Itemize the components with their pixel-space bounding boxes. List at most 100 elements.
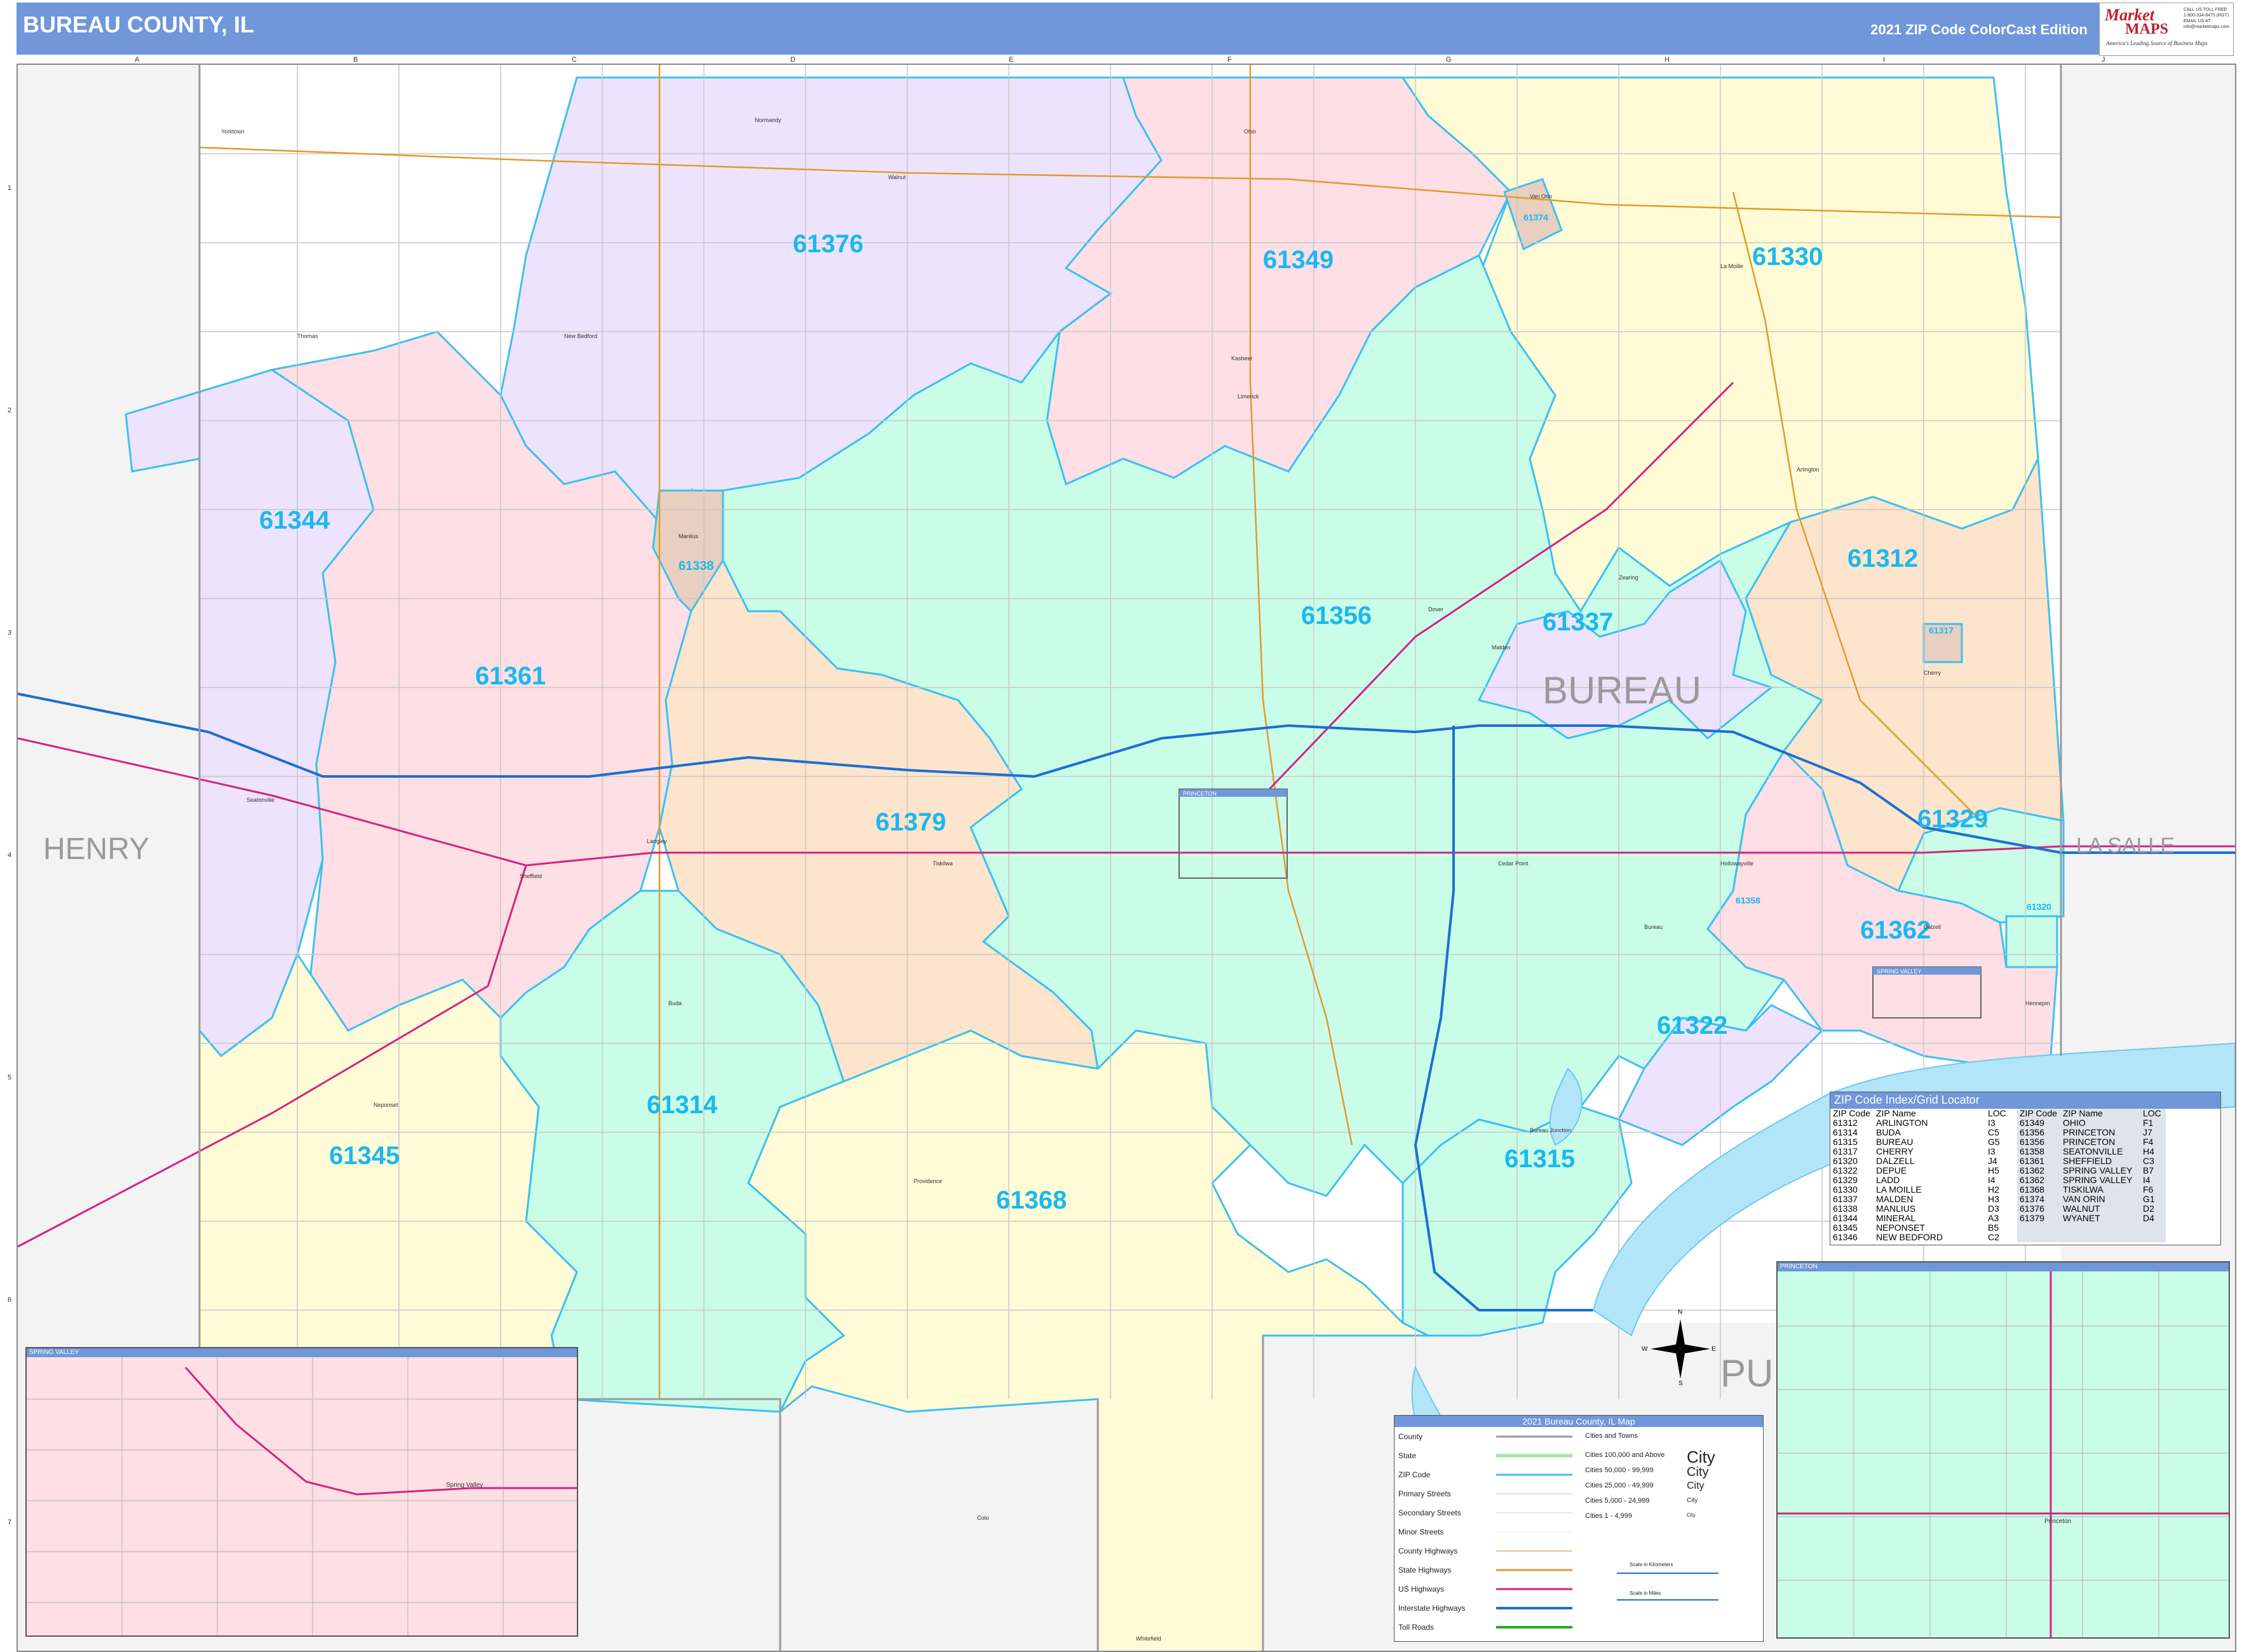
zip-index-cell: 61361 xyxy=(2020,1156,2044,1166)
grid-row: 7 xyxy=(8,1519,12,1526)
zip-index-cell: I4 xyxy=(2143,1175,2151,1185)
zip-index-cell: 61346 xyxy=(1833,1232,1858,1242)
zip-index-header: LOC xyxy=(1988,1108,2006,1118)
zip-index-cell: B5 xyxy=(1988,1222,1999,1233)
zip-index-cell: B7 xyxy=(2143,1165,2154,1175)
zip-index-cell: ARLINGTON xyxy=(1876,1118,1928,1128)
zip-index-cell: LA MOILLE xyxy=(1876,1184,1922,1195)
zip-index-cell: 61322 xyxy=(1833,1165,1858,1175)
zip-label-61322: 61322 xyxy=(1657,1012,1727,1039)
town-label: La Moille xyxy=(1720,263,1743,269)
legend-county-hwy: County Highways xyxy=(1398,1547,1458,1555)
market-maps-logo[interactable]: Market MAPS America's Leading Source of … xyxy=(2099,3,2234,56)
county-label-bureau: BUREAU xyxy=(1543,669,1701,712)
town-label: Limerick xyxy=(1238,393,1259,400)
legend-us-hwy: US Highways xyxy=(1398,1585,1445,1594)
zip-label-61345: 61345 xyxy=(329,1142,400,1170)
zip-index-left-loc: LOC I3 C5 G5 I3 J4 H5 I4 H2 H3 D3 A3 B5 C2 xyxy=(1988,1109,2013,1242)
zip-index-cell: SEATONVILLE xyxy=(2063,1146,2123,1156)
zip-index-cell: LADD xyxy=(1876,1175,1900,1185)
legend-scale-bars xyxy=(1617,1573,1719,1601)
zip-index-cell: PRINCETON xyxy=(2063,1127,2116,1137)
compass-rose: N S E W xyxy=(1642,1309,1716,1387)
legend-state: State xyxy=(1398,1451,1417,1460)
zip-index-right-zip: ZIP Code 61349 61356 61356 61358 61361 61362 61… xyxy=(2020,1109,2063,1242)
legend-city-sample: City xyxy=(1687,1447,1715,1466)
zip-label-61362: 61362 xyxy=(1860,916,1931,944)
town-label: Neponset xyxy=(374,1102,398,1108)
town-label: Thomas xyxy=(297,333,318,339)
zip-index-cell: 61345 xyxy=(1833,1222,1858,1233)
princeton-inset[interactable]: PRINCETON Princeton xyxy=(1776,1261,2230,1639)
town-label: Seatonville xyxy=(246,797,274,803)
zip-index-cell: 61362 xyxy=(2020,1165,2044,1175)
legend-interstate: Interstate Highways xyxy=(1398,1604,1466,1613)
princeton-inset-map: Princeton xyxy=(1778,1271,2229,1637)
spring-valley-inset-label: Spring Valley xyxy=(446,1482,483,1489)
town-label: Ohio xyxy=(1244,128,1256,135)
zip-index-cell: SHEFFIELD xyxy=(2063,1156,2112,1166)
zip-label-61358: 61358 xyxy=(1736,895,1760,905)
town-label: Sheffield xyxy=(520,873,542,879)
zip-index-cell: H3 xyxy=(1988,1194,1999,1204)
zip-index-cell: I4 xyxy=(1988,1175,1996,1185)
legend-county: County xyxy=(1398,1432,1423,1441)
zip-label-61361: 61361 xyxy=(475,662,546,690)
compass-n: N xyxy=(1678,1309,1683,1316)
town-label: Colo xyxy=(977,1515,989,1521)
zip-index-header: ZIP Name xyxy=(1876,1108,1916,1118)
zip-index-cell: 61314 xyxy=(1833,1127,1858,1137)
logo-contact: CALL US TOLL FREE 1-800-334-8475 (RGT) E… xyxy=(2184,8,2230,29)
county-label-la-salle: LA SALLE xyxy=(2076,834,2175,858)
zip-index-cell: F6 xyxy=(2143,1184,2154,1195)
zip-index-columns: ZIP Code 61312 61314 61315 61317 61320 61322 61… xyxy=(1830,1109,2220,1242)
zip-index-cell: VAN ORIN xyxy=(2063,1194,2105,1204)
town-label: Hennepin xyxy=(2025,1000,2050,1006)
grid-row: 6 xyxy=(8,1296,12,1304)
zip-index-cell: MINERAL xyxy=(1876,1213,1916,1223)
town-label: Kasbeer xyxy=(1231,355,1253,362)
zip-index-right-loc: LOC F1 J7 F4 H4 C3 B7 I4 F6 G1 D2 D4 xyxy=(2143,1109,2164,1242)
zip-index-cell: CHERRY xyxy=(1876,1146,1914,1156)
grid-col: F xyxy=(1227,56,1232,64)
town-label: Dover xyxy=(1428,606,1443,613)
zip-index-table: ZIP Code Index/Grid Locator ZIP Code 6131… xyxy=(1830,1092,2221,1245)
county-label-putnam: PU xyxy=(1720,1352,1773,1395)
zip-index-cell: G1 xyxy=(2143,1194,2155,1204)
zip-index-cell: G5 xyxy=(1988,1137,2000,1147)
zip-index-cell: J7 xyxy=(2143,1127,2152,1137)
grid-col: D xyxy=(790,56,795,64)
zip-index-cell: DEPUE xyxy=(1876,1165,1907,1175)
spring-valley-inset[interactable]: SPRING VALLEY Spring Valley xyxy=(25,1347,578,1637)
zip-index-header: ZIP Name xyxy=(2063,1108,2103,1118)
zip-label-61379: 61379 xyxy=(875,808,946,836)
zip-index-cell: D4 xyxy=(2143,1213,2154,1223)
zip-index-cell: 61317 xyxy=(1833,1146,1858,1156)
zip-index-header: ZIP Code xyxy=(2020,1108,2057,1118)
zip-label-61317: 61317 xyxy=(1929,625,1954,635)
edition-label: 2021 ZIP Code ColorCast Edition xyxy=(1870,22,2088,37)
town-label: Walnut xyxy=(888,174,906,180)
town-label: Whitefield xyxy=(1136,1635,1161,1642)
zip-index-cell: C2 xyxy=(1988,1232,1999,1242)
zip-index-cell: 61330 xyxy=(1833,1184,1858,1195)
zip-index-cell: F1 xyxy=(2143,1118,2154,1128)
zip-label-61315: 61315 xyxy=(1504,1145,1575,1173)
zip-area-61320[interactable] xyxy=(2005,915,2058,968)
zip-index-cell: 61315 xyxy=(1833,1137,1858,1147)
town-label: Zearing xyxy=(1619,574,1638,581)
town-label: Bureau Junction xyxy=(1530,1127,1571,1134)
legend-city-sample: City xyxy=(1687,1480,1705,1491)
zip-index-cell: BUREAU xyxy=(1876,1137,1914,1147)
princeton-marker-label: PRINCETON xyxy=(1183,790,1217,797)
zip-index-cell: TISKILWA xyxy=(2063,1184,2104,1195)
town-label: Hollowayville xyxy=(1720,860,1753,867)
zip-label-61330: 61330 xyxy=(1752,243,1823,271)
legend-cities-header: Cities and Towns xyxy=(1585,1432,1638,1440)
town-label: Dalzell xyxy=(1924,924,1941,930)
town-label: Providence xyxy=(914,1178,942,1184)
zip-index-cell: 61320 xyxy=(1833,1156,1858,1166)
zip-index-cell: H2 xyxy=(1988,1184,1999,1195)
town-label: Langley xyxy=(647,838,667,844)
grid-col: E xyxy=(1009,56,1014,64)
